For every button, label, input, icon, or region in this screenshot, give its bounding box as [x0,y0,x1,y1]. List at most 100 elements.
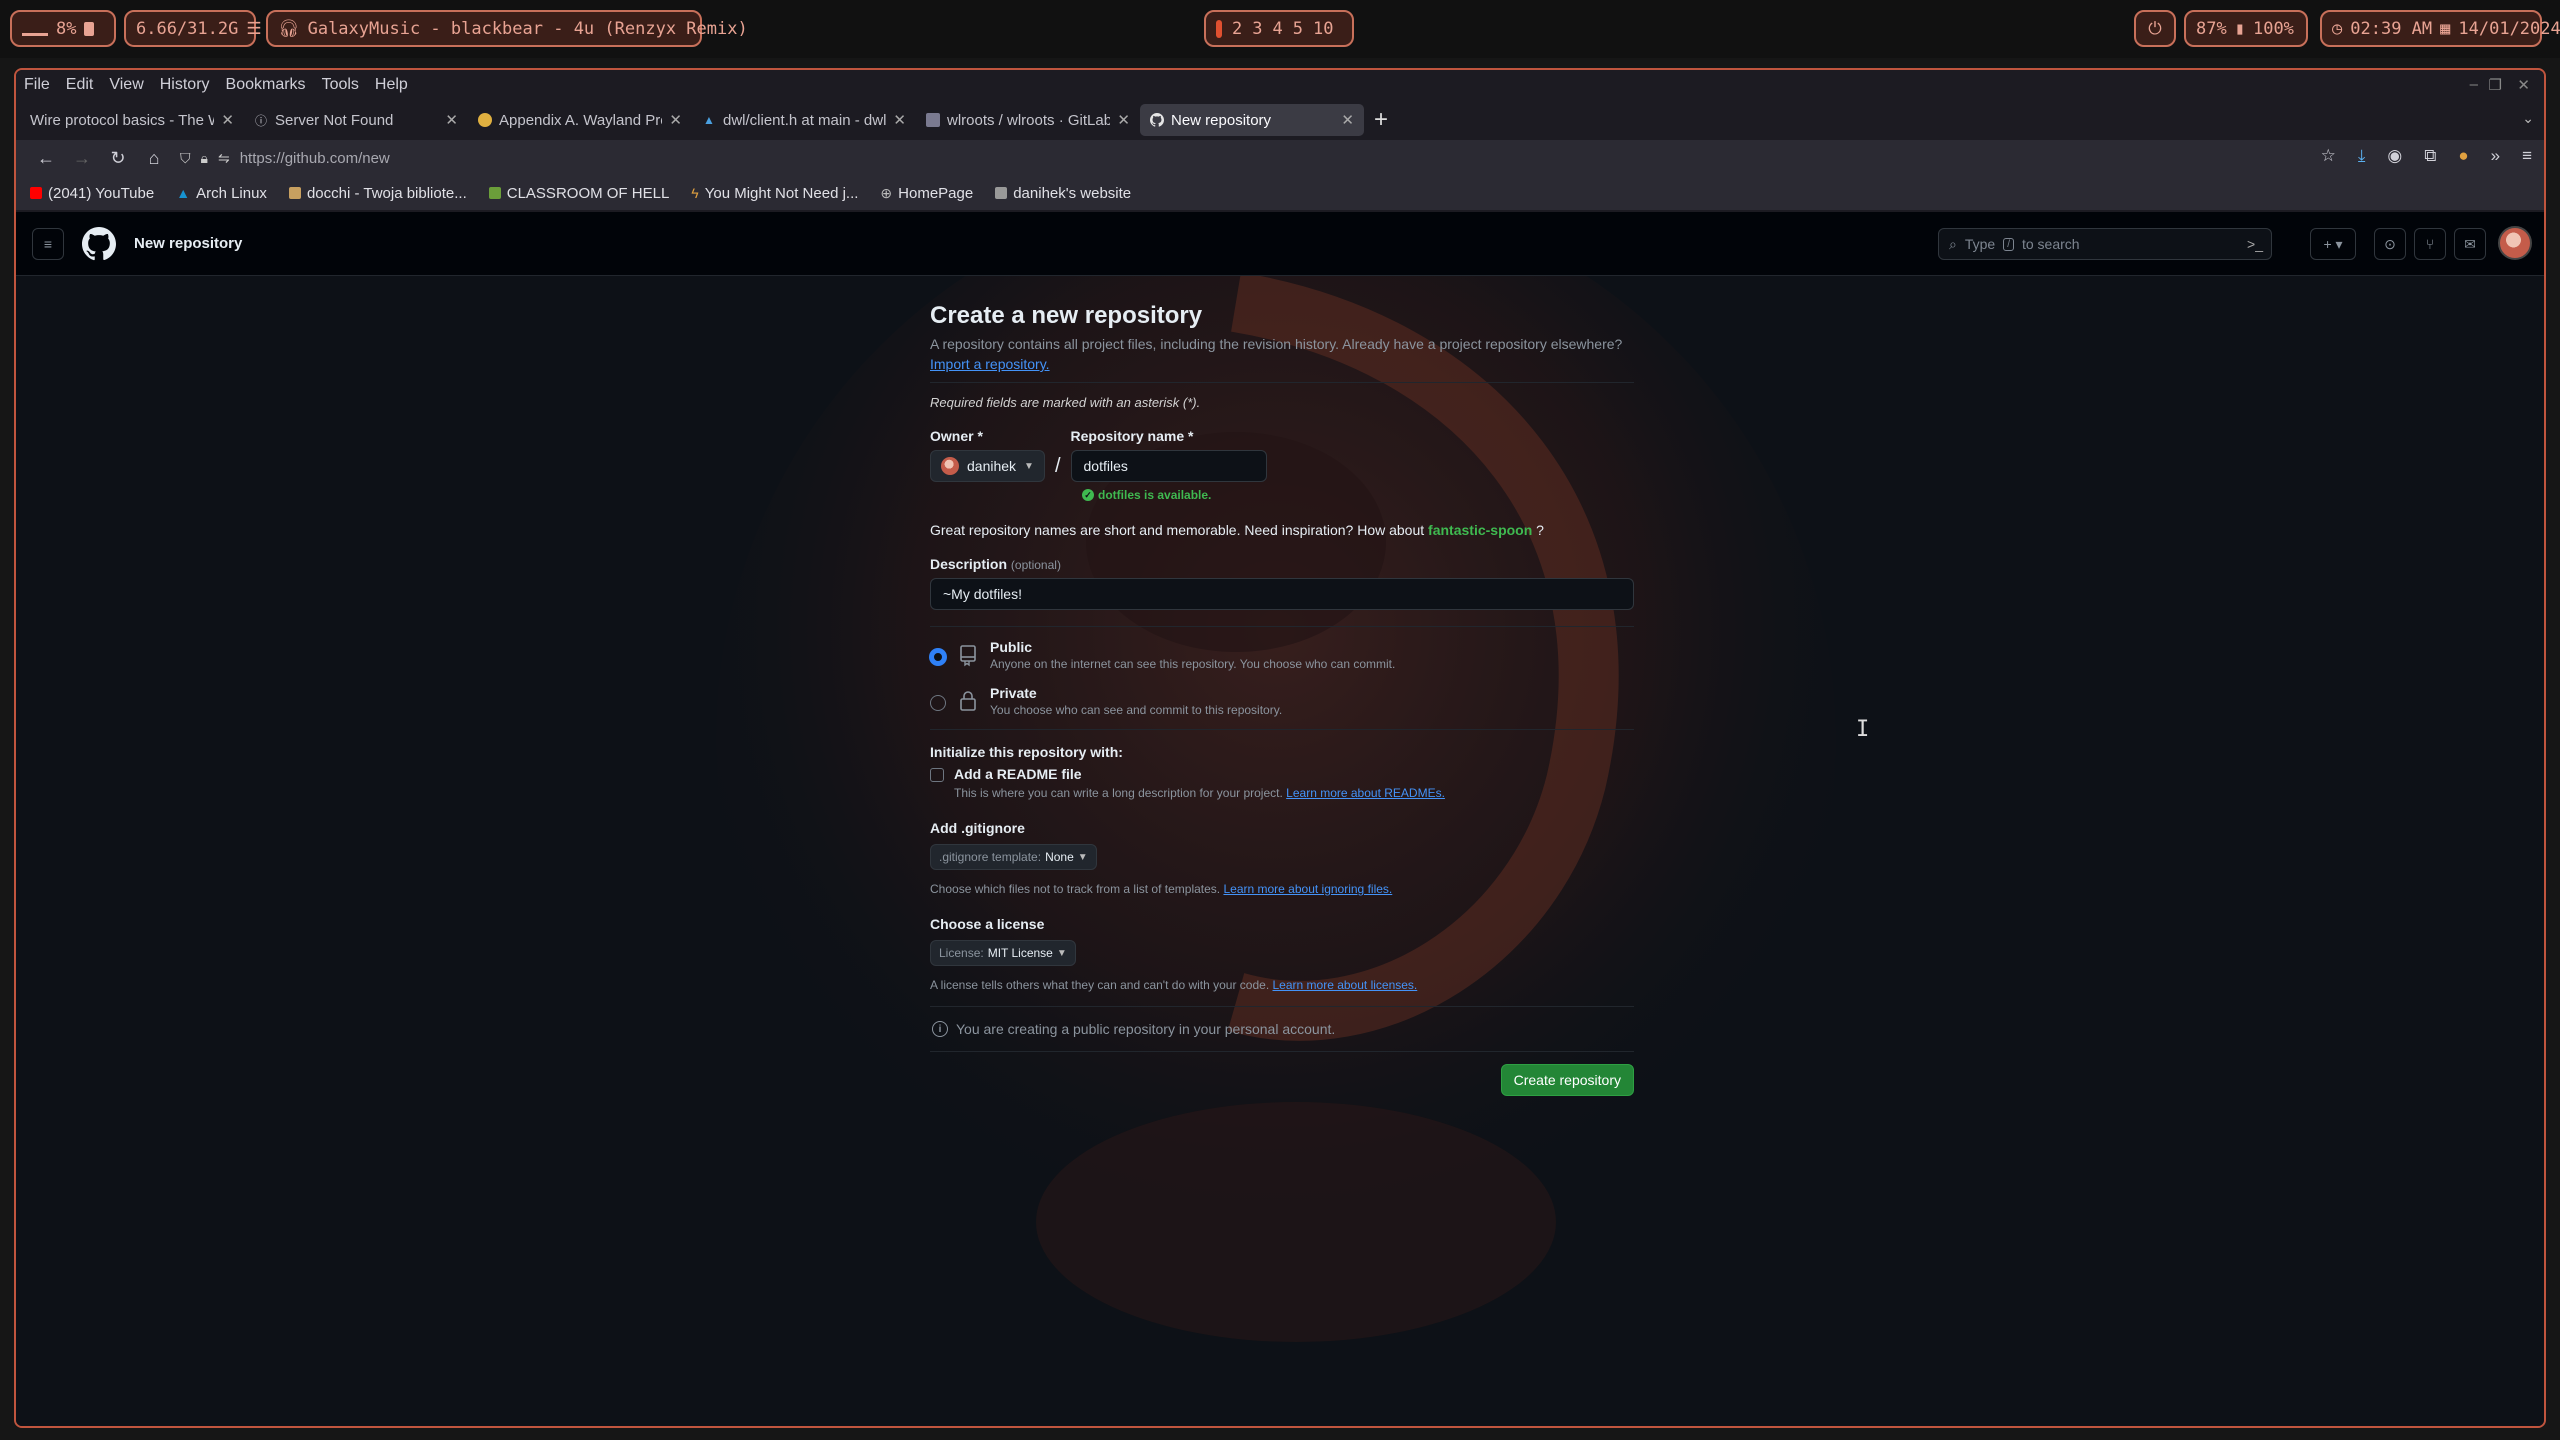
tab-new-repository[interactable]: New repository ✕ [1140,104,1364,136]
extensions-icon[interactable]: ⧉ [2424,146,2436,166]
license-select[interactable]: License: MIT License ▼ [930,940,1076,966]
calendar-icon: ▦ [2440,18,2451,39]
workspace-10[interactable]: 10 [1313,19,1333,39]
docchi-icon [288,187,301,199]
navigation-toolbar: ← → ↻ ⌂ ⛉ 🔒︎ ⇋ https://github.com/new ☆ … [16,140,2544,176]
notifications-button[interactable]: ✉ [2454,228,2486,260]
triangle-down-icon: ▼ [1077,851,1088,863]
learn-licenses-link[interactable]: Learn more about licenses. [1273,978,1418,992]
tab-wayland-appendix[interactable]: Appendix A. Wayland Pro ✕ [468,104,692,136]
workspace-3[interactable]: 3 [1252,19,1262,39]
workspaces-widget[interactable]: 2 3 4 5 10 [1204,10,1354,47]
create-repository-button[interactable]: Create repository [1500,1064,1634,1096]
close-tab-icon[interactable]: ✕ [893,111,906,129]
forward-button[interactable]: → [64,148,100,169]
menu-view[interactable]: View [109,76,143,94]
gitignore-template-select[interactable]: .gitignore template: None ▼ [930,844,1097,870]
codeberg-icon: ▲ [703,113,715,127]
readme-checkbox[interactable] [930,768,944,782]
user-avatar[interactable] [2498,226,2532,260]
url-text[interactable]: https://github.com/new [240,150,390,167]
browser-window: File Edit View History Bookmarks Tools H… [14,68,2546,1428]
extension-badge-icon[interactable]: ● [2458,146,2468,166]
headphones-icon: 🎧︎ [278,18,300,39]
reload-button[interactable]: ↻ [100,148,136,169]
home-button[interactable]: ⌂ [136,148,172,169]
menu-tools[interactable]: Tools [322,76,359,94]
tab-strip: Wire protocol basics - The W ✕ ⓘ Server … [16,100,2544,140]
issues-button[interactable]: ⊙ [2374,228,2406,260]
close-tab-icon[interactable]: ✕ [669,111,682,129]
hamburger-menu-icon[interactable]: ≡ [2522,146,2532,166]
tab-wlroots-gitlab[interactable]: wlroots / wlroots · GitLab ✕ [916,104,1140,136]
overflow-chevron-icon[interactable]: » [2491,146,2500,166]
menu-edit[interactable]: Edit [66,76,94,94]
music-widget[interactable]: 🎧︎ GalaxyMusic - blackbear - 4u (Renzyx … [266,10,748,47]
suggested-name-link[interactable]: fantastic-spoon [1428,522,1532,538]
active-workspace-indicator[interactable] [1216,19,1222,38]
menu-help[interactable]: Help [375,76,408,94]
url-bar[interactable]: ⛉ 🔒︎ ⇋ https://github.com/new [180,150,390,167]
system-status-bar: 8% 6.66/31.2G ☰ 🎧︎ GalaxyMusic - blackbe… [0,0,2560,58]
close-tab-icon[interactable]: ✕ [445,111,458,129]
restore-icon[interactable]: ❐ [2489,76,2502,94]
back-button[interactable]: ← [28,148,64,169]
workspace-2[interactable]: 2 [1232,19,1242,39]
list-all-tabs-icon[interactable]: ⌄ [2522,110,2534,127]
owner-select[interactable]: danihek ▼ [930,450,1045,482]
downloads-icon[interactable]: ⤓ [2358,146,2366,166]
menu-bookmarks[interactable]: Bookmarks [226,76,306,94]
workspace-5[interactable]: 5 [1293,19,1303,39]
minimize-icon[interactable]: – [2470,76,2478,93]
bookmark-classroom-of-hell[interactable]: CLASSROOM OF HELL [488,185,669,202]
tracking-protection-icon[interactable]: ⛉ [180,150,191,167]
repository-name-input[interactable] [1070,450,1267,482]
bookmark-youtube[interactable]: (2041) YouTube [30,185,154,202]
tab-server-not-found[interactable]: ⓘ Server Not Found ✕ [244,104,468,136]
extension-icon[interactable]: ◉ [2387,146,2402,166]
github-logo-icon[interactable] [82,226,116,261]
tab-label: wlroots / wlroots · GitLab [947,111,1111,129]
bookmark-star-icon[interactable]: ☆ [2321,146,2336,166]
pull-requests-button[interactable]: ⑂ [2414,228,2446,260]
close-window-icon[interactable]: ✕ [2517,76,2530,94]
visibility-private-option[interactable]: Private You choose who can see and commi… [930,685,1634,717]
visibility-public-option[interactable]: Public Anyone on the internet can see th… [930,639,1634,671]
close-tab-icon[interactable]: ✕ [221,111,234,129]
import-repository-link[interactable]: Import a repository. [930,356,1050,372]
readme-option[interactable]: Add a README file This is where you can … [930,766,1634,800]
page-context-title[interactable]: New repository [134,235,242,252]
tab-wire-protocol[interactable]: Wire protocol basics - The W ✕ [20,104,244,136]
learn-readmes-link[interactable]: Learn more about READMEs. [1286,786,1445,800]
suggestion-post: ? [1536,522,1544,538]
close-tab-icon[interactable]: ✕ [1117,111,1130,129]
new-tab-button[interactable]: + [1374,106,1388,134]
workspace-4[interactable]: 4 [1273,19,1283,39]
close-tab-icon[interactable]: ✕ [1341,111,1354,129]
bookmark-docchi[interactable]: docchi - Twoja bibliote... [288,185,467,202]
create-new-button[interactable]: + ▾ [2310,228,2356,260]
bookmark-label: You Might Not Need j... [704,184,859,202]
power-widget[interactable]: ⏻ [2134,10,2176,47]
private-radio[interactable] [930,695,946,711]
bookmark-you-might-not-need[interactable]: ϟ You Might Not Need j... [691,185,858,202]
suggestion-pre: Great repository names are short and mem… [930,522,1425,538]
divider [930,1051,1634,1052]
hamburger-icon: ≡ [43,235,53,252]
permissions-icon[interactable]: ⇋ [218,150,230,167]
global-nav-menu-button[interactable]: ≡ [32,227,64,260]
initialize-label: Initialize this repository with: [930,744,1123,760]
command-palette-icon[interactable]: >_ [2247,236,2263,252]
search-input[interactable]: ⌕ Type / to search >_ [1938,228,2272,260]
description-input[interactable] [930,578,1634,610]
lock-icon[interactable]: 🔒︎ [201,150,208,167]
learn-ignoring-files-link[interactable]: Learn more about ignoring files. [1223,882,1392,896]
bookmark-homepage[interactable]: ⊕ HomePage [880,185,973,202]
public-radio[interactable] [930,649,946,665]
bookmark-danihek-website[interactable]: danihek's website [995,185,1131,202]
tab-dwl-client[interactable]: ▲ dwl/client.h at main - dwl ✕ [692,104,916,136]
tab-label: Wire protocol basics - The W [30,111,215,129]
menu-history[interactable]: History [160,76,210,94]
menu-file[interactable]: File [24,76,50,94]
bookmark-arch-linux[interactable]: ▲ Arch Linux [176,185,267,202]
